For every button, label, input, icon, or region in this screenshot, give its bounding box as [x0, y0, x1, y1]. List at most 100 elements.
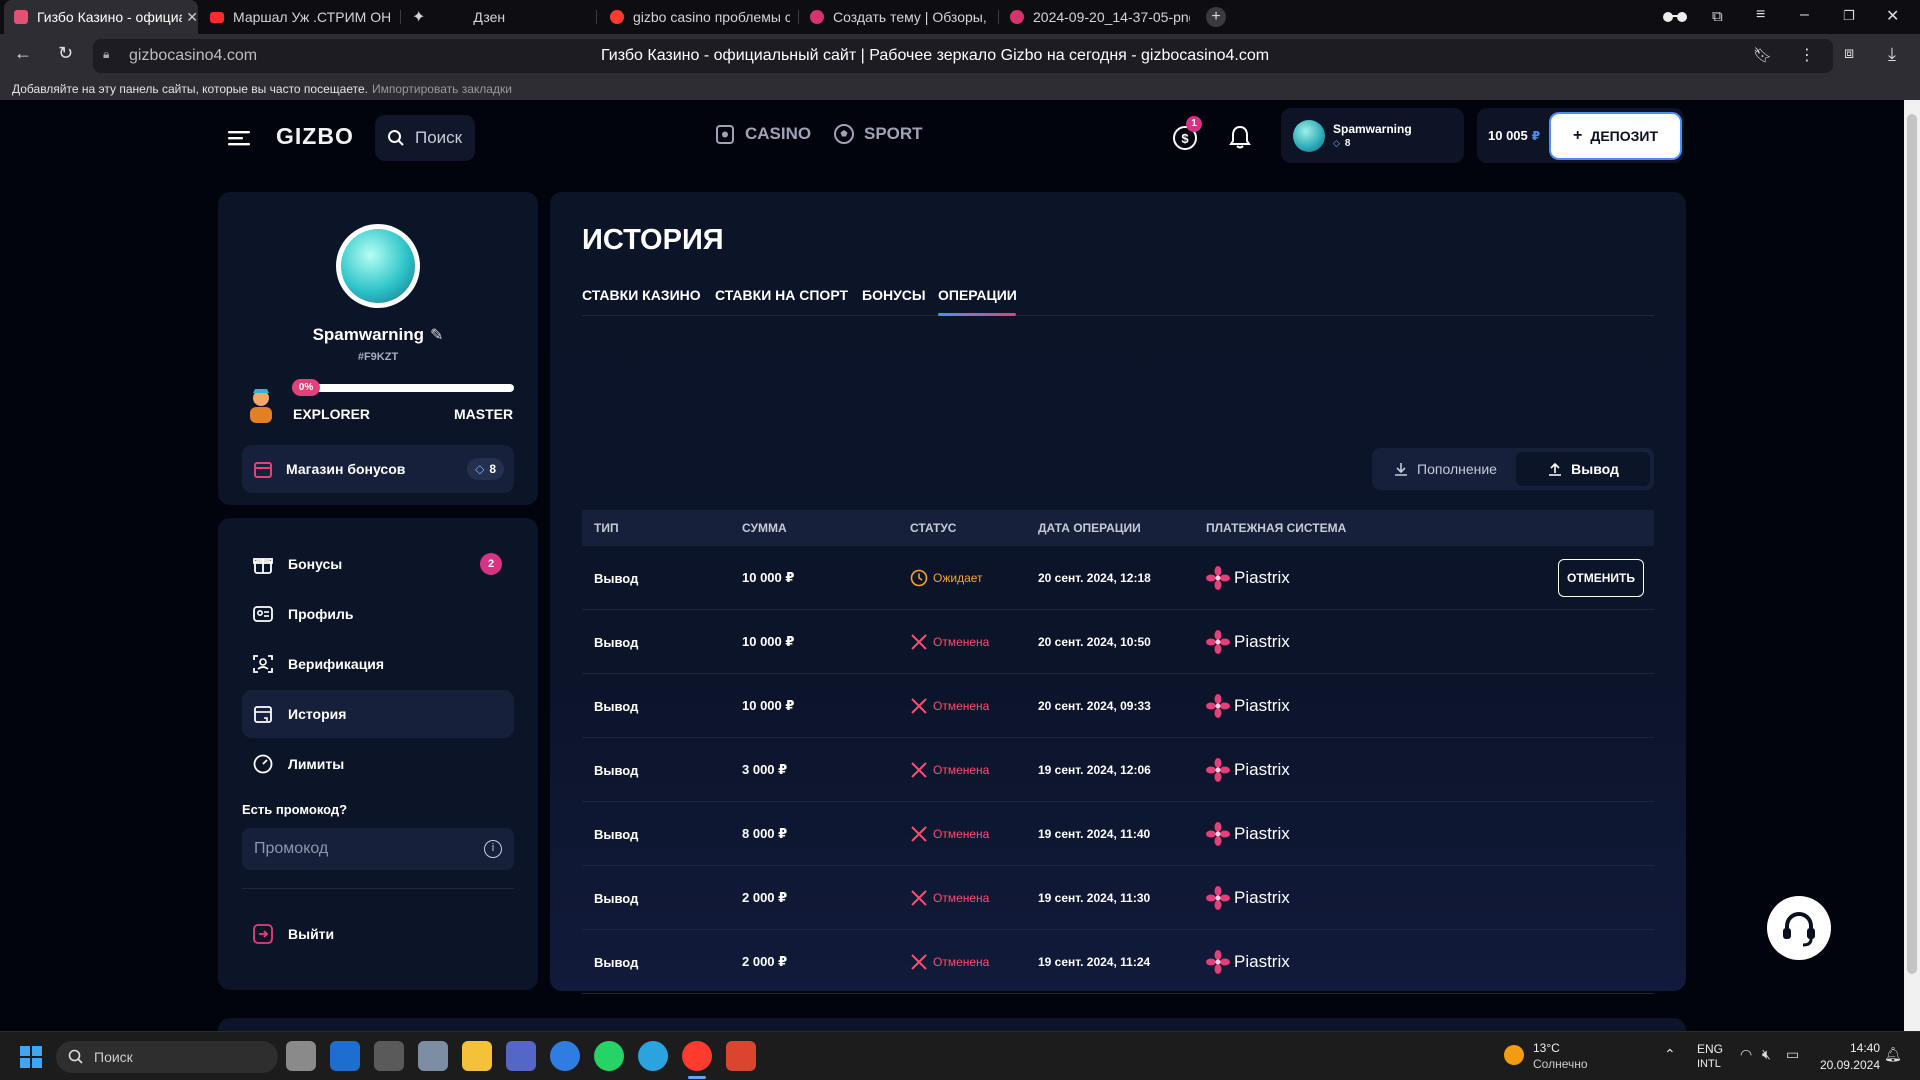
- close-window-icon[interactable]: ✕: [1886, 6, 1899, 26]
- promo-code-field[interactable]: Промокод i: [242, 828, 514, 870]
- bonus-shop-button[interactable]: Магазин бонусов ◇ 8: [242, 445, 514, 493]
- calculator-icon[interactable]: [374, 1041, 404, 1071]
- history-panel: ИСТОРИЯ СТАВКИ КАЗИНО СТАВКИ НА СПОРТ БО…: [550, 192, 1686, 994]
- notification-center-icon[interactable]: 🔔︎: [1884, 1046, 1902, 1063]
- operation-amount: 10 000 ₽: [742, 698, 795, 713]
- close-tab-icon[interactable]: ✕: [186, 9, 198, 26]
- browser-tab-2[interactable]: Маршал Уж .СТРИМ ОНЛ: [210, 0, 390, 34]
- sidebar-item-history[interactable]: История: [242, 690, 514, 738]
- explorer-folder-icon[interactable]: [462, 1041, 492, 1071]
- footer-panel: [218, 1018, 1686, 1031]
- page-scrollbar[interactable]: [1904, 100, 1920, 1031]
- shop-icon: [254, 462, 272, 478]
- sidebar-item-bonuses[interactable]: Бонусы 2: [242, 540, 514, 588]
- browser-tab-4[interactable]: gizbo casino проблемы с: [610, 0, 790, 34]
- column-header-payment-system: ПЛАТЕЖНАЯ СИСТЕМА: [1206, 521, 1347, 535]
- collections-icon[interactable]: ⧉: [1712, 8, 1723, 25]
- url-field[interactable]: 🔒︎ gizbocasino4.com Гизбо Казино - офици…: [93, 39, 1833, 73]
- chevron-up-icon[interactable]: ⌃: [1664, 1046, 1676, 1063]
- windows-start-icon[interactable]: [20, 1046, 42, 1068]
- operation-date: 19 сент. 2024, 11:24: [1038, 955, 1151, 969]
- search-button[interactable]: Поиск: [375, 115, 475, 161]
- toggle-deposit[interactable]: Пополнение: [1376, 452, 1514, 486]
- operation-amount: 2 000 ₽: [742, 890, 788, 905]
- yandex-browser-icon[interactable]: [682, 1041, 712, 1071]
- sidebar-item-verification[interactable]: Верификация: [242, 640, 514, 688]
- operations-table: ТИП СУММА СТАТУС ДАТА ОПЕРАЦИИ ПЛАТЕЖНАЯ…: [582, 510, 1654, 994]
- nav-sport[interactable]: SPORT: [833, 123, 923, 145]
- incognito-glasses-icon[interactable]: [1662, 9, 1688, 23]
- task-view-icon[interactable]: [286, 1041, 316, 1071]
- volume-muted-icon[interactable]: 🔇︎: [1762, 1046, 1771, 1063]
- lock-icon: 🔒︎: [103, 47, 110, 61]
- profile-avatar[interactable]: [336, 224, 420, 308]
- burger-menu-icon[interactable]: [228, 130, 250, 146]
- gizbo-logo[interactable]: GIZBO: [276, 123, 354, 150]
- avatar: [1293, 119, 1325, 152]
- gauge-icon: [253, 754, 273, 774]
- language-indicator[interactable]: ENG: [1697, 1042, 1723, 1056]
- level-progress-bar: [292, 384, 514, 392]
- import-bookmarks-link[interactable]: Импортировать закладки: [372, 82, 512, 96]
- cancel-operation-button[interactable]: ОТМЕНИТЬ: [1558, 559, 1644, 597]
- browser-tab-3[interactable]: ✦ Дзен: [412, 0, 542, 34]
- browser-app-icon[interactable]: [550, 1041, 580, 1071]
- browser-tab-active[interactable]: Гизбо Казино - официа ✕: [4, 0, 198, 34]
- info-icon[interactable]: i: [484, 840, 502, 858]
- logout-button[interactable]: Выйти: [242, 910, 514, 958]
- back-arrow-icon[interactable]: ←: [14, 43, 32, 64]
- image-tab-icon: [1010, 10, 1024, 24]
- operation-amount: 3 000 ₽: [742, 762, 788, 777]
- nav-casino[interactable]: CASINO: [714, 123, 811, 145]
- battery-icon[interactable]: ▭: [1786, 1046, 1799, 1063]
- tab-sport-bets[interactable]: СТАВКИ НА СПОРТ: [715, 287, 848, 303]
- minimize-icon[interactable]: –: [1800, 6, 1809, 24]
- outlook-icon[interactable]: [330, 1041, 360, 1071]
- bonuses-count-badge: 2: [480, 553, 502, 575]
- menu-hamburger-icon[interactable]: ≡: [1756, 6, 1765, 24]
- new-tab-plus-icon[interactable]: +: [1206, 7, 1226, 27]
- browser-tab-bar: Гизбо Казино - официа ✕ Маршал Уж .СТРИМ…: [0, 0, 1920, 34]
- deposit-button[interactable]: + ДЕПОЗИТ: [1551, 114, 1680, 158]
- operation-type: Вывод: [594, 826, 639, 842]
- edit-pencil-icon[interactable]: ✎: [430, 325, 443, 345]
- clock-time[interactable]: 14:40: [1826, 1041, 1880, 1055]
- taskbar-search[interactable]: Поиск: [56, 1041, 278, 1073]
- office-icon[interactable]: [726, 1041, 756, 1071]
- file-manager-icon[interactable]: [418, 1041, 448, 1071]
- operation-date: 19 сент. 2024, 12:06: [1038, 763, 1151, 777]
- download-icon[interactable]: ⤓: [1888, 44, 1896, 65]
- user-menu-button[interactable]: Spamwarning ◇ 8: [1281, 108, 1464, 163]
- more-options-icon[interactable]: ⋮: [1799, 45, 1815, 65]
- reload-icon[interactable]: ↻: [58, 43, 73, 64]
- tab-casino-bets[interactable]: СТАВКИ КАЗИНО: [582, 287, 701, 303]
- browser-tab-5[interactable]: Создать тему | Обзоры, б: [810, 0, 990, 34]
- piastrix-flower-icon: [1206, 886, 1230, 910]
- tab-bonuses[interactable]: БОНУСЫ: [862, 287, 926, 303]
- browser-tab-6[interactable]: 2024-09-20_14-37-05-png: [1010, 0, 1190, 34]
- whatsapp-icon[interactable]: [594, 1041, 624, 1071]
- scrollbar-thumb[interactable]: [1907, 114, 1917, 974]
- telegram-icon[interactable]: [638, 1041, 668, 1071]
- sidebar-item-limits[interactable]: Лимиты: [242, 740, 514, 788]
- notifications-bell-icon[interactable]: [1228, 124, 1252, 155]
- tab-divider: [998, 10, 999, 24]
- clock-date[interactable]: 20.09.2024: [1812, 1058, 1880, 1072]
- toggle-withdraw[interactable]: Вывод: [1516, 452, 1650, 486]
- dzen-icon: ✦: [412, 9, 426, 26]
- divider: [242, 888, 514, 889]
- wifi-icon[interactable]: ◠: [1740, 1046, 1752, 1063]
- shop-gems-badge: ◇ 8: [467, 458, 504, 480]
- support-chat-button[interactable]: [1767, 896, 1831, 960]
- app-icon[interactable]: [506, 1041, 536, 1071]
- extensions-icon[interactable]: ⧈: [1844, 45, 1854, 63]
- restore-icon[interactable]: ❐: [1843, 8, 1855, 24]
- sidebar-item-profile[interactable]: Профиль: [242, 590, 514, 638]
- cashback-coin-icon[interactable]: $ 1: [1172, 116, 1202, 150]
- profile-username: Spamwarning: [312, 325, 425, 344]
- tab-operations[interactable]: ОПЕРАЦИИ: [938, 287, 1017, 303]
- operation-date: 19 сент. 2024, 11:40: [1038, 827, 1151, 841]
- operation-type: Вывод: [594, 570, 639, 586]
- bookmark-icon[interactable]: 🔖︎: [1753, 46, 1772, 64]
- operation-type: Вывод: [594, 634, 639, 650]
